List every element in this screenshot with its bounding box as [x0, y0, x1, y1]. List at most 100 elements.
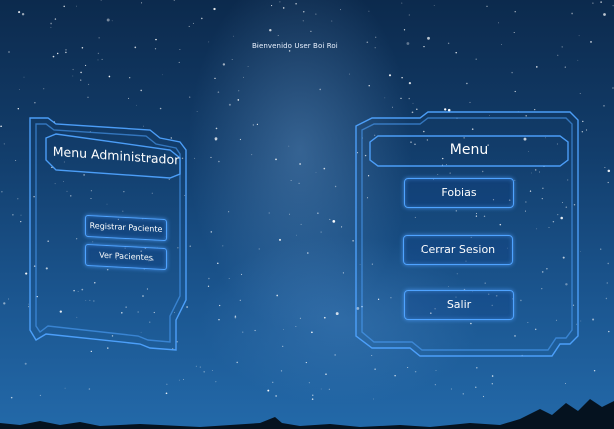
star: [173, 0, 176, 1]
star: [525, 115, 527, 117]
star: [520, 299, 522, 302]
star: [111, 20, 113, 22]
star: [469, 101, 471, 103]
star: [210, 156, 212, 158]
star: [43, 88, 45, 90]
star: [282, 345, 284, 347]
star: [228, 103, 231, 106]
star: [3, 143, 5, 145]
star: [290, 180, 292, 182]
star: [501, 44, 502, 45]
star: [447, 108, 451, 112]
star: [456, 273, 458, 275]
star: [231, 59, 233, 60]
star: [279, 1, 281, 3]
star: [276, 294, 279, 297]
star: [73, 289, 75, 292]
star: [357, 152, 359, 154]
star: [100, 0, 102, 1]
star: [65, 49, 67, 51]
star: [359, 264, 361, 265]
star: [332, 220, 336, 223]
star: [213, 7, 216, 11]
star: [247, 66, 249, 67]
star: [592, 2, 594, 4]
star: [208, 277, 210, 280]
star: [612, 87, 614, 89]
star: [0, 125, 2, 128]
star: [295, 326, 297, 327]
star: [475, 215, 478, 217]
star: [172, 348, 174, 350]
star: [72, 68, 74, 71]
star: [565, 283, 568, 286]
star: [541, 271, 544, 273]
star: [577, 59, 579, 61]
star: [122, 210, 124, 212]
view-patients-button[interactable]: Ver Pacientes: [85, 243, 167, 271]
star: [107, 347, 109, 349]
star: [590, 41, 592, 43]
star: [546, 268, 548, 270]
star: [406, 42, 410, 45]
star: [323, 167, 326, 170]
star: [289, 213, 290, 215]
star: [296, 234, 297, 236]
star: [251, 154, 253, 156]
star: [182, 379, 184, 380]
star: [239, 138, 241, 141]
star: [435, 370, 437, 371]
star: [178, 61, 180, 63]
star: [339, 9, 342, 11]
star: [186, 306, 188, 308]
fobias-button[interactable]: Fobias: [404, 178, 514, 208]
star: [356, 306, 360, 310]
star: [604, 167, 606, 168]
star: [275, 158, 277, 161]
star: [434, 384, 436, 386]
star: [592, 318, 595, 321]
star: [300, 223, 302, 225]
star: [24, 362, 27, 365]
star: [222, 63, 226, 66]
star: [50, 22, 52, 25]
star: [177, 247, 179, 249]
star: [491, 383, 493, 385]
star: [521, 354, 523, 357]
star: [174, 312, 175, 313]
star: [76, 316, 78, 318]
star: [214, 137, 218, 141]
star: [561, 46, 563, 48]
star: [90, 190, 93, 192]
star: [483, 215, 486, 218]
star: [241, 273, 243, 275]
star: [572, 304, 575, 306]
star: [254, 329, 256, 332]
star: [374, 368, 376, 370]
star: [307, 252, 309, 254]
star: [215, 127, 218, 130]
star: [437, 174, 439, 176]
star: [218, 160, 220, 163]
star: [524, 210, 526, 212]
star: [8, 298, 10, 300]
register-patient-button[interactable]: Registrar Paciente: [85, 214, 167, 242]
star: [298, 182, 300, 185]
star: [279, 238, 281, 241]
star: [89, 299, 91, 301]
star: [243, 76, 244, 78]
star: [305, 362, 307, 364]
exit-button[interactable]: Salir: [404, 290, 514, 320]
star: [111, 335, 114, 337]
star: [582, 120, 584, 123]
star: [331, 20, 333, 22]
star: [25, 272, 28, 275]
star: [557, 54, 559, 56]
star: [288, 50, 291, 52]
star: [85, 300, 87, 302]
star: [272, 381, 274, 383]
star: [21, 12, 25, 16]
star: [77, 291, 79, 292]
logout-button[interactable]: Cerrar Sesion: [403, 235, 513, 265]
star: [455, 51, 457, 54]
